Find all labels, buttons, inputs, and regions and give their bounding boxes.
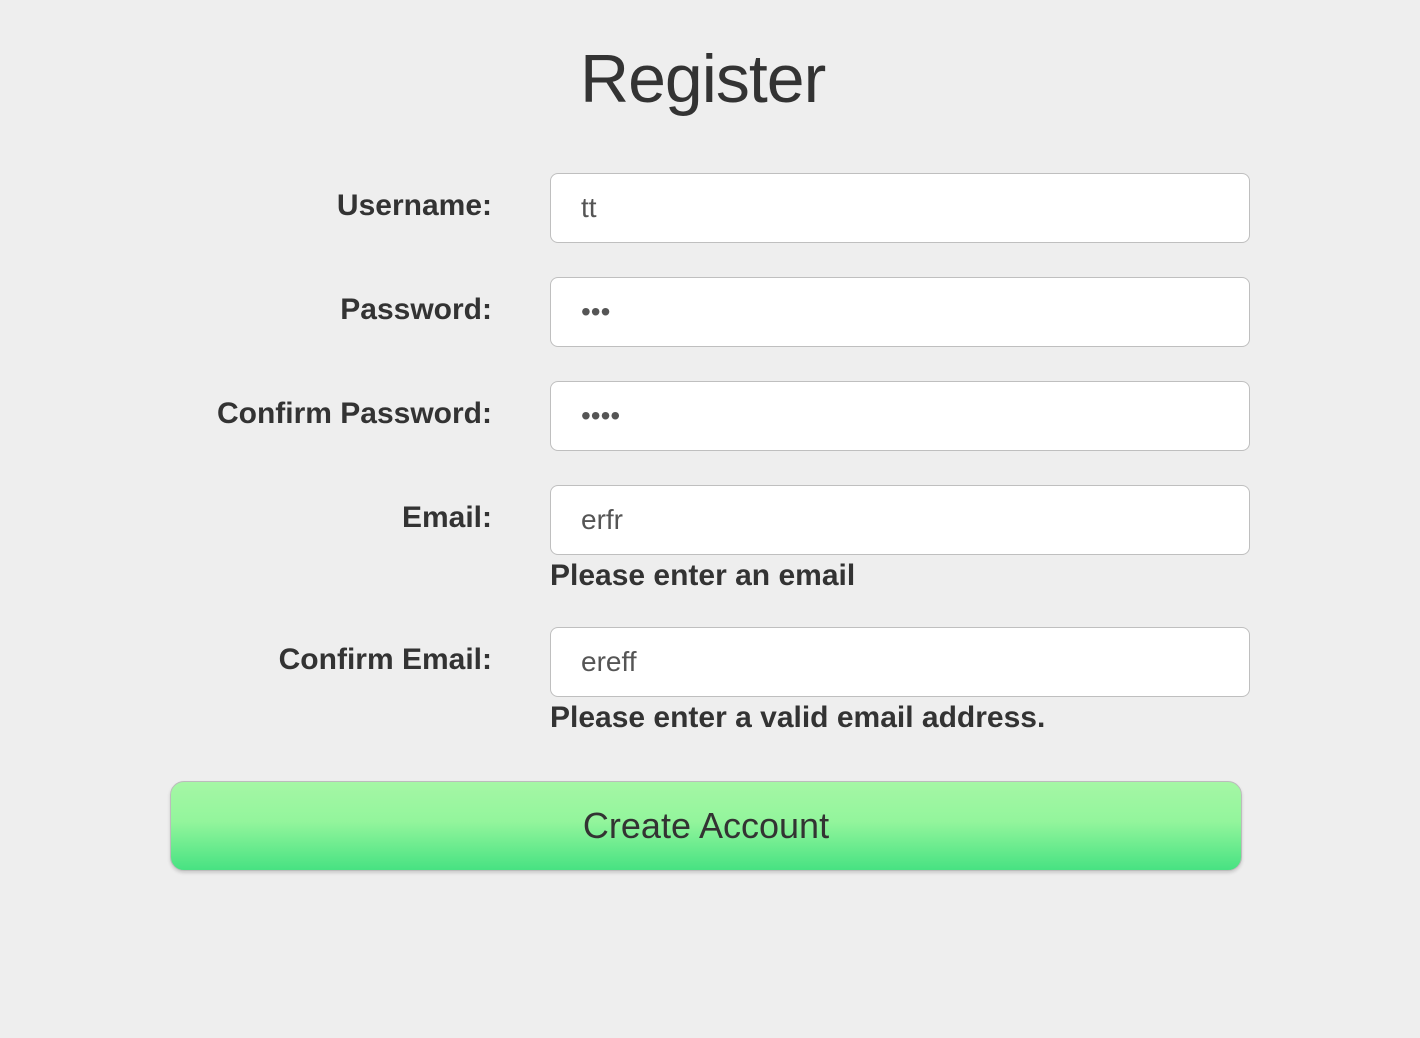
username-input-col <box>550 173 1260 243</box>
confirm-password-input-col <box>550 381 1260 451</box>
confirm-password-label: Confirm Password: <box>160 381 550 431</box>
confirm-email-input-col: Please enter a valid email address. <box>550 627 1260 735</box>
email-row: Email: Please enter an email <box>160 485 1260 593</box>
username-label: Username: <box>160 173 550 223</box>
email-error: Please enter an email <box>550 559 1260 593</box>
password-input[interactable] <box>550 277 1250 347</box>
password-label: Password: <box>160 277 550 327</box>
email-label: Email: <box>160 485 550 535</box>
email-input-col: Please enter an email <box>550 485 1260 593</box>
page-title: Register <box>580 40 1260 118</box>
confirm-email-label: Confirm Email: <box>160 627 550 677</box>
confirm-password-input[interactable] <box>550 381 1250 451</box>
register-form: Register Username: Password: Confirm Pas… <box>160 40 1260 871</box>
submit-row: Create Account <box>160 781 1260 871</box>
confirm-email-row: Confirm Email: Please enter a valid emai… <box>160 627 1260 735</box>
create-account-button[interactable]: Create Account <box>170 781 1242 871</box>
password-row: Password: <box>160 277 1260 347</box>
confirm-email-input[interactable] <box>550 627 1250 697</box>
confirm-email-error: Please enter a valid email address. <box>550 701 1260 735</box>
username-input[interactable] <box>550 173 1250 243</box>
username-row: Username: <box>160 173 1260 243</box>
password-input-col <box>550 277 1260 347</box>
confirm-password-row: Confirm Password: <box>160 381 1260 451</box>
email-input[interactable] <box>550 485 1250 555</box>
